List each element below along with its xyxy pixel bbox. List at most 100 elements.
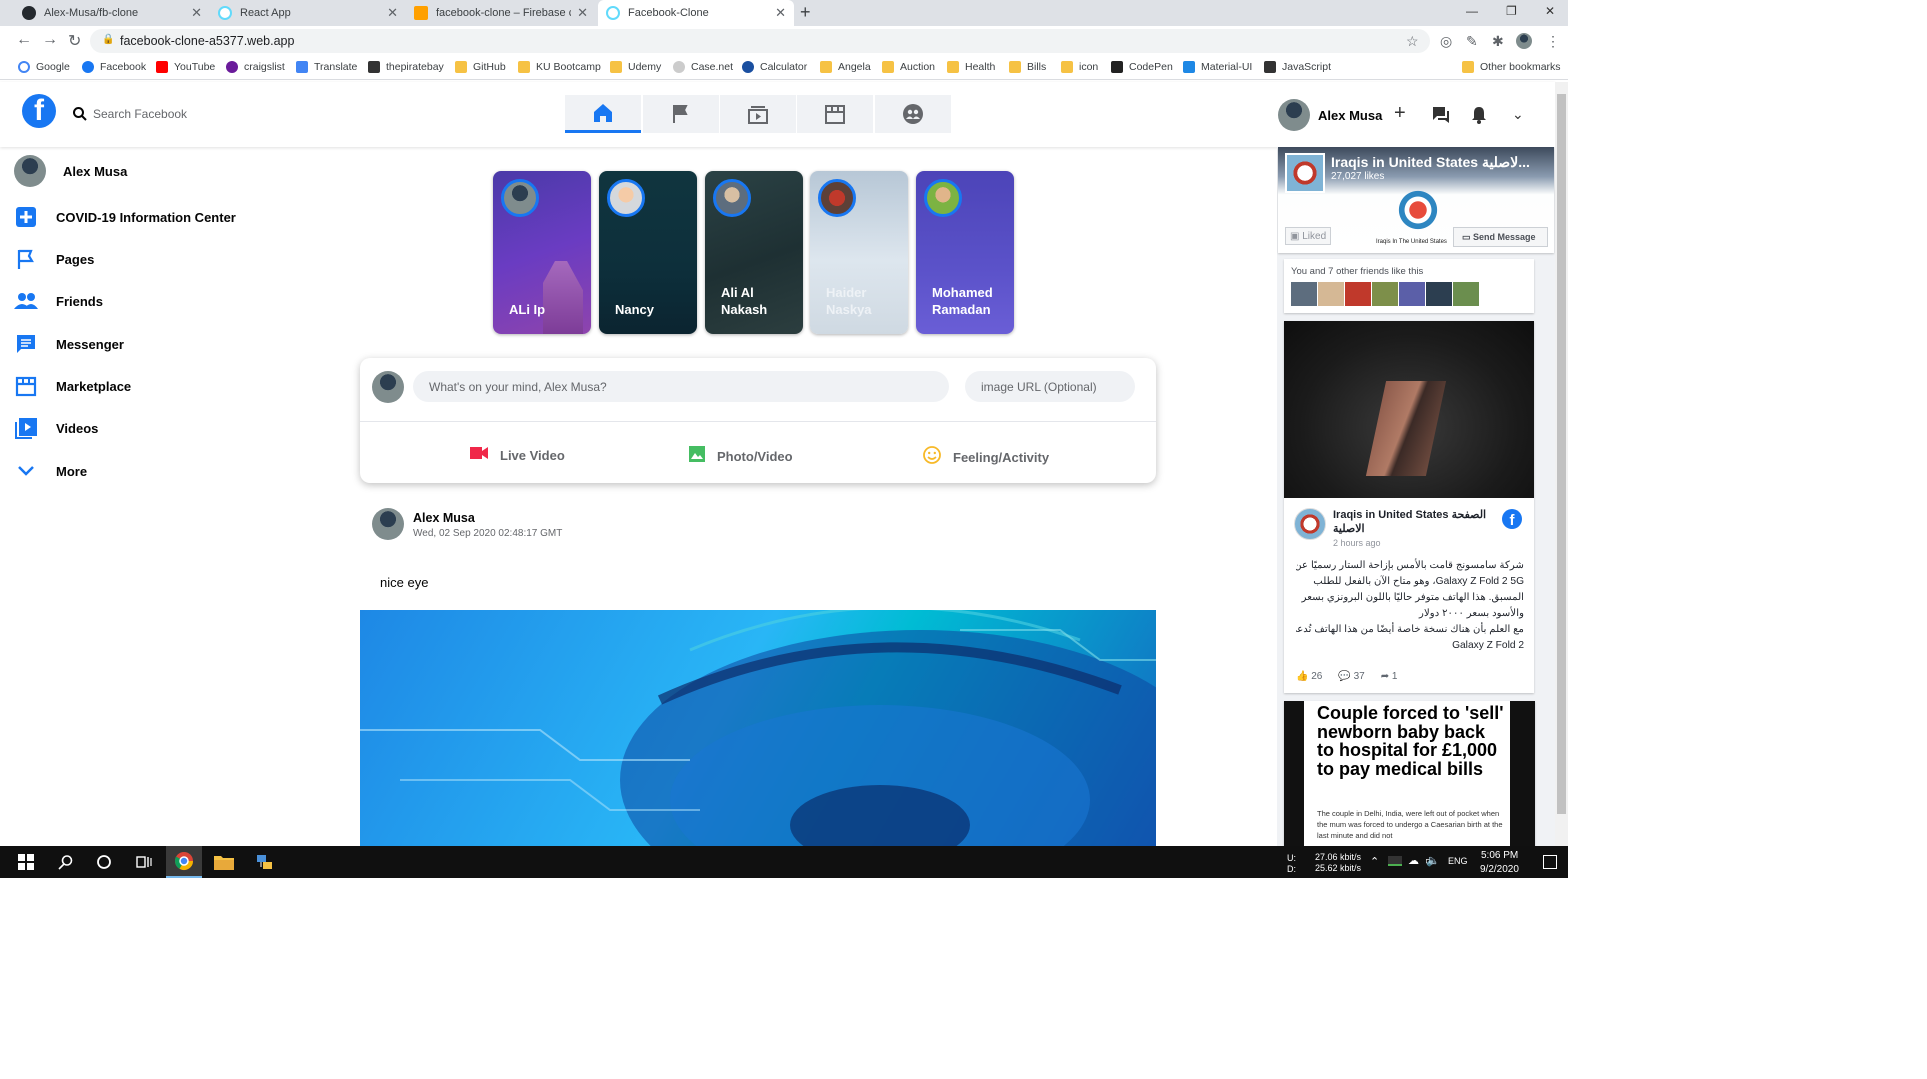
nav-pages[interactable] <box>643 95 719 133</box>
search-box[interactable]: Search Facebook <box>72 106 187 122</box>
send-message-button[interactable]: ▭ Send Message <box>1453 227 1548 247</box>
nav-home[interactable] <box>565 95 641 133</box>
facebook-logo[interactable]: f <box>22 94 56 128</box>
url-field[interactable]: 🔒 facebook-clone-a5377.web.app <box>90 29 1430 53</box>
new-tab-button[interactable]: + <box>800 2 811 23</box>
sidebar-item-profile[interactable]: Alex Musa <box>14 155 127 187</box>
friend-avatar[interactable] <box>1345 282 1371 306</box>
close-window-icon[interactable]: ✕ <box>1545 4 1555 18</box>
maximize-icon[interactable]: ❐ <box>1506 4 1517 18</box>
post-avatar[interactable] <box>372 508 404 540</box>
share-count[interactable]: ➦ 1 <box>1381 671 1398 682</box>
tab-react-app[interactable]: React App ✕ <box>210 0 406 26</box>
friend-avatar[interactable] <box>1372 282 1398 306</box>
friend-avatar[interactable] <box>1318 282 1344 306</box>
bookmark-angela[interactable]: Angela <box>820 61 871 73</box>
scrollbar-thumb[interactable] <box>1557 94 1566 814</box>
story-card[interactable]: Haider Naskya <box>810 171 908 334</box>
add-icon[interactable]: + <box>1394 102 1406 125</box>
reload-icon[interactable]: ↻ <box>68 31 81 51</box>
tab-github[interactable]: Alex-Musa/fb-clone ✕ <box>14 0 210 26</box>
sidebar-item-friends[interactable]: Friends <box>14 289 103 313</box>
close-icon[interactable]: ✕ <box>577 5 588 21</box>
bookmark-casenet[interactable]: Case.net <box>673 61 733 73</box>
post-author[interactable]: Alex Musa <box>413 511 475 525</box>
forward-icon[interactable]: → <box>42 31 58 49</box>
story-card[interactable]: ALi Ip <box>493 171 591 334</box>
profile-avatar[interactable] <box>1516 33 1532 49</box>
star-icon[interactable]: ☆ <box>1406 33 1419 50</box>
sidebar-item-more[interactable]: More <box>14 459 87 483</box>
bookmark-icon[interactable]: icon <box>1061 61 1098 73</box>
language-indicator[interactable]: ENG <box>1448 856 1468 866</box>
like-count[interactable]: 👍 26 <box>1296 671 1322 682</box>
bookmark-bills[interactable]: Bills <box>1009 61 1046 73</box>
network-app-icon[interactable] <box>248 846 280 878</box>
show-hidden-icons[interactable]: ⌃ <box>1370 855 1379 868</box>
cortana-icon[interactable] <box>90 846 118 878</box>
minimize-icon[interactable]: — <box>1466 4 1478 18</box>
bookmark-github[interactable]: GitHub <box>455 61 506 73</box>
header-avatar[interactable] <box>1278 99 1310 131</box>
friend-avatar[interactable] <box>1426 282 1452 306</box>
bookmark-youtube[interactable]: YouTube <box>156 61 215 73</box>
close-icon[interactable]: ✕ <box>191 5 202 21</box>
bookmark-codepen[interactable]: CodePen <box>1111 61 1173 73</box>
other-bookmarks[interactable]: Other bookmarks <box>1462 61 1561 73</box>
post-image[interactable] <box>360 610 1156 846</box>
extension-icon[interactable]: ◎ <box>1440 33 1452 50</box>
back-icon[interactable]: ← <box>16 31 32 49</box>
close-icon[interactable]: ✕ <box>775 5 786 21</box>
page-avatar[interactable] <box>1285 153 1325 193</box>
bookmark-craigslist[interactable]: craigslist <box>226 61 285 73</box>
feeling-activity-button[interactable]: Feeling/Activity <box>923 446 1049 468</box>
nav-marketplace[interactable] <box>797 95 873 133</box>
news-headline[interactable]: Couple forced to 'sell' newborn baby bac… <box>1317 704 1507 778</box>
app-tray-icon[interactable] <box>1388 856 1402 866</box>
task-view-icon[interactable] <box>130 846 158 878</box>
volume-icon[interactable]: 🔈 <box>1426 854 1440 867</box>
page-title[interactable]: Iraqis in United States لاصلية... <box>1331 154 1530 171</box>
sidebar-item-covid[interactable]: COVID-19 Information Center <box>14 205 236 229</box>
bookmark-udemy[interactable]: Udemy <box>610 61 661 73</box>
file-explorer-icon[interactable] <box>208 846 240 878</box>
expand-more-icon[interactable]: ⌄ <box>1512 106 1524 123</box>
page-scrollbar[interactable] <box>1555 82 1568 846</box>
bookmark-calculator[interactable]: Calculator <box>742 61 807 73</box>
tab-facebook-clone[interactable]: Facebook-Clone ✕ <box>598 0 794 26</box>
story-card[interactable]: Nancy <box>599 171 697 334</box>
bookmark-ku-bootcamp[interactable]: KU Bootcamp <box>518 61 601 73</box>
bookmark-translate[interactable]: Translate <box>296 61 357 73</box>
bookmark-material-ui[interactable]: Material-UI <box>1183 61 1252 73</box>
notifications-icon[interactable] <box>1471 106 1487 129</box>
image-url-input[interactable]: image URL (Optional) <box>965 371 1135 402</box>
live-video-button[interactable]: Live Video <box>470 446 565 464</box>
windows-start-icon[interactable] <box>12 846 40 878</box>
sidebar-item-messenger[interactable]: Messenger <box>14 332 124 356</box>
status-input[interactable]: What's on your mind, Alex Musa? <box>413 371 949 402</box>
bookmark-javascript[interactable]: JavaScript <box>1264 61 1331 73</box>
bookmark-google[interactable]: Google <box>18 61 70 73</box>
forum-icon[interactable] <box>1432 106 1450 129</box>
header-user-name[interactable]: Alex Musa <box>1318 108 1382 123</box>
sidebar-item-pages[interactable]: Pages <box>14 247 94 271</box>
post-photo[interactable] <box>1284 321 1534 498</box>
eyedropper-icon[interactable]: ✎ <box>1466 33 1478 50</box>
bookmark-auction[interactable]: Auction <box>882 61 935 73</box>
puzzle-icon[interactable]: ✱ <box>1492 33 1504 50</box>
close-icon[interactable]: ✕ <box>387 5 398 21</box>
bookmark-facebook[interactable]: Facebook <box>82 61 146 73</box>
liked-button[interactable]: ▣ Liked <box>1285 227 1331 245</box>
clock-time[interactable]: 5:06 PM <box>1481 850 1518 861</box>
sidebar-item-videos[interactable]: Videos <box>14 416 98 440</box>
friend-avatar[interactable] <box>1291 282 1317 306</box>
friend-avatar[interactable] <box>1453 282 1479 306</box>
photo-video-button[interactable]: Photo/Video <box>689 446 793 466</box>
facebook-icon[interactable]: f <box>1502 509 1522 529</box>
bookmark-thepiratebay[interactable]: thepiratebay <box>368 61 444 73</box>
comment-count[interactable]: 💬 37 <box>1338 671 1364 682</box>
page-post-avatar[interactable] <box>1294 508 1326 540</box>
page-post-title[interactable]: Iraqis in United States الصفحة الاصلية <box>1333 508 1493 536</box>
friend-avatar[interactable] <box>1399 282 1425 306</box>
sidebar-item-marketplace[interactable]: Marketplace <box>14 374 131 398</box>
